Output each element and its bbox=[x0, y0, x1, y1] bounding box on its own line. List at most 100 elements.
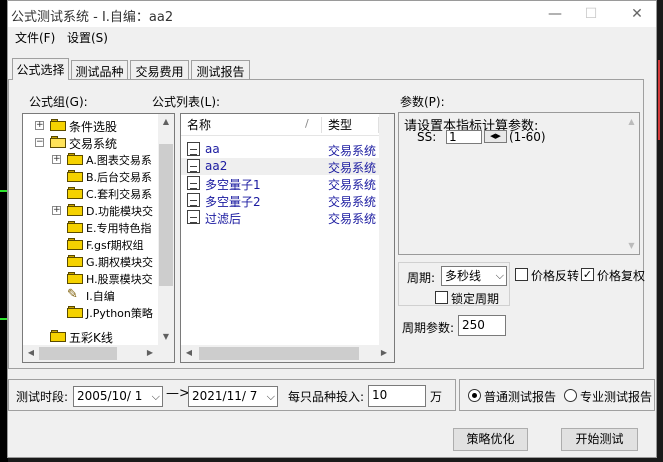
expand-icon[interactable]: + bbox=[52, 155, 61, 164]
column-type-header[interactable]: 类型 bbox=[322, 114, 378, 136]
lock-period-label: 锁定周期 bbox=[451, 292, 500, 306]
tree-item-label: C.套利交易系 bbox=[86, 188, 153, 201]
start-test-button[interactable]: 开始测试 bbox=[561, 428, 638, 451]
column-name-header[interactable]: 名称 bbox=[181, 114, 321, 136]
sort-indicator-icon: / bbox=[305, 117, 309, 130]
list-row[interactable]: 多空量子1 交易系统 bbox=[181, 175, 379, 192]
end-date-picker[interactable]: 2021/11/ 7 ⌵ bbox=[188, 386, 278, 407]
background-chart-line bbox=[658, 60, 660, 140]
formula-document-icon bbox=[187, 176, 200, 190]
scroll-right-icon[interactable]: ▶ bbox=[142, 345, 158, 361]
period-label: 周期: bbox=[407, 271, 436, 285]
list-row[interactable]: 多空量子2 交易系统 bbox=[181, 192, 379, 209]
folder-icon bbox=[67, 255, 83, 267]
chevron-down-icon: ⌵ bbox=[266, 390, 275, 403]
scroll-up-icon[interactable]: ▲ bbox=[624, 114, 639, 130]
folder-icon bbox=[67, 238, 83, 250]
formula-document-icon bbox=[187, 193, 200, 207]
chevron-down-icon: ⌵ bbox=[151, 390, 160, 403]
menu-file[interactable]: 文件(F) bbox=[15, 29, 55, 46]
invest-input[interactable]: 10 bbox=[368, 385, 426, 407]
row-name: aa2 bbox=[205, 159, 228, 173]
folder-icon bbox=[50, 330, 66, 342]
tree-item[interactable]: E.专用特色指 bbox=[23, 219, 163, 236]
normal-report-radio[interactable] bbox=[468, 389, 481, 402]
tree-item[interactable]: F.gsf期权组 bbox=[23, 236, 163, 253]
price-restore-checkbox[interactable]: ✓ bbox=[581, 268, 594, 281]
tree-item[interactable]: J.Python策略 bbox=[23, 304, 163, 321]
range-arrow: —> bbox=[166, 386, 190, 401]
scroll-right-icon[interactable]: ▶ bbox=[376, 345, 392, 361]
scroll-thumb[interactable] bbox=[159, 144, 173, 286]
expand-icon[interactable]: + bbox=[52, 206, 61, 215]
scroll-left-icon[interactable]: ◀ bbox=[23, 345, 39, 361]
close-icon[interactable]: ✕ bbox=[622, 4, 652, 24]
maximize-icon[interactable]: ☐ bbox=[576, 4, 606, 24]
tab-test-symbols[interactable]: 测试品种 bbox=[71, 60, 128, 79]
start-date-picker[interactable]: 2005/10/ 1 ⌵ bbox=[73, 386, 163, 407]
tree-horizontal-scrollbar[interactable]: ◀ ▶ bbox=[23, 345, 174, 362]
price-reverse-checkbox[interactable] bbox=[515, 268, 528, 281]
tree-item-label: 五彩K线 bbox=[69, 331, 113, 345]
expand-icon[interactable]: + bbox=[35, 121, 44, 130]
minimize-icon[interactable]: — bbox=[540, 4, 570, 24]
param-ss-range: (1-60) bbox=[509, 130, 546, 144]
collapse-icon[interactable]: − bbox=[35, 138, 44, 147]
scroll-up-icon[interactable]: ▲ bbox=[158, 114, 174, 130]
strategy-optimize-button[interactable]: 策略优化 bbox=[453, 428, 528, 451]
tree-item[interactable]: ✎ I.自编 bbox=[23, 287, 163, 304]
tab-trading-fees[interactable]: 交易费用 bbox=[130, 60, 189, 79]
row-name: 多空量子2 bbox=[205, 195, 261, 209]
param-ss-spinner[interactable]: ◀▶ bbox=[484, 130, 507, 143]
tree-item[interactable]: G.期权模块交 bbox=[23, 253, 163, 270]
scroll-thumb[interactable] bbox=[199, 347, 359, 360]
tree-item[interactable]: C.套利交易系 bbox=[23, 185, 163, 202]
pro-report-radio[interactable] bbox=[564, 389, 577, 402]
period-param-input[interactable]: 250 bbox=[458, 315, 506, 336]
list-row-selected[interactable]: aa2 交易系统 bbox=[181, 158, 379, 175]
invest-label: 每只品种投入: bbox=[288, 390, 365, 404]
params-vertical-scrollbar[interactable]: ▲ ▼ bbox=[624, 114, 639, 254]
tree-item[interactable]: + A.图表交易系 bbox=[23, 151, 163, 168]
menu-settings[interactable]: 设置(S) bbox=[67, 29, 108, 46]
folder-open-icon bbox=[50, 136, 66, 148]
tab-test-report[interactable]: 测试报告 bbox=[191, 60, 250, 79]
tree-item-label: E.专用特色指 bbox=[86, 222, 152, 235]
test-range-label: 测试时段: bbox=[16, 390, 69, 404]
tree-item[interactable]: + D.功能模块交 bbox=[23, 202, 163, 219]
row-type: 交易系统 bbox=[328, 161, 377, 175]
list-row[interactable]: aa 交易系统 bbox=[181, 141, 379, 158]
folder-icon bbox=[67, 187, 83, 199]
folder-icon bbox=[67, 170, 83, 182]
tab-formula-select[interactable]: 公式选择 bbox=[12, 58, 69, 80]
tree-item[interactable]: B.后台交易系 bbox=[23, 168, 163, 185]
param-ss-input[interactable]: 1 bbox=[446, 130, 482, 144]
tree-item-label: B.后台交易系 bbox=[86, 171, 153, 184]
tree-item-label: F.gsf期权组 bbox=[86, 239, 144, 252]
row-name: 多空量子1 bbox=[205, 178, 261, 192]
list-row[interactable]: 过滤后 交易系统 bbox=[181, 209, 379, 226]
folder-icon bbox=[50, 119, 66, 131]
tree-item-label: 交易系统 bbox=[69, 137, 118, 151]
price-restore-label: 价格复权 bbox=[597, 269, 646, 283]
tree-item-label: J.Python策略 bbox=[86, 307, 153, 320]
params-panel: 请设置本指标计算参数: SS: 1 ◀▶ (1-60) ▲ ▼ bbox=[398, 112, 640, 255]
tree-item[interactable]: 五彩K线 bbox=[23, 328, 163, 345]
period-select[interactable]: 多秒线 ⌵ bbox=[441, 266, 507, 286]
tree-item[interactable]: + 条件选股 bbox=[23, 117, 163, 134]
tree-vertical-scrollbar[interactable]: ▲ ▼ bbox=[158, 114, 174, 345]
scroll-left-icon[interactable]: ◀ bbox=[181, 345, 197, 361]
tree-item[interactable]: H.股票模块交 bbox=[23, 270, 163, 287]
scroll-down-icon[interactable]: ▼ bbox=[624, 238, 639, 254]
lock-period-checkbox[interactable] bbox=[435, 291, 448, 304]
folder-icon bbox=[67, 306, 83, 318]
scroll-thumb[interactable] bbox=[39, 347, 117, 360]
list-horizontal-scrollbar[interactable]: ◀ ▶ bbox=[181, 345, 394, 362]
formula-group-tree[interactable]: + 条件选股 − 交易系统 + A.图表交易系 B.后台交易系 C.套利交易系 … bbox=[22, 113, 175, 363]
formula-group-label: 公式组(G): bbox=[29, 95, 88, 109]
tree-item-label: A.图表交易系 bbox=[86, 154, 152, 167]
list-vertical-scrollbar[interactable] bbox=[379, 114, 394, 345]
tree-item[interactable]: − 交易系统 bbox=[23, 134, 163, 151]
scroll-down-icon[interactable]: ▼ bbox=[158, 329, 174, 345]
formula-list[interactable]: 名称 / 类型 aa 交易系统 aa2 交易系统 多空量子1 交易系统 多空量子… bbox=[180, 113, 395, 363]
